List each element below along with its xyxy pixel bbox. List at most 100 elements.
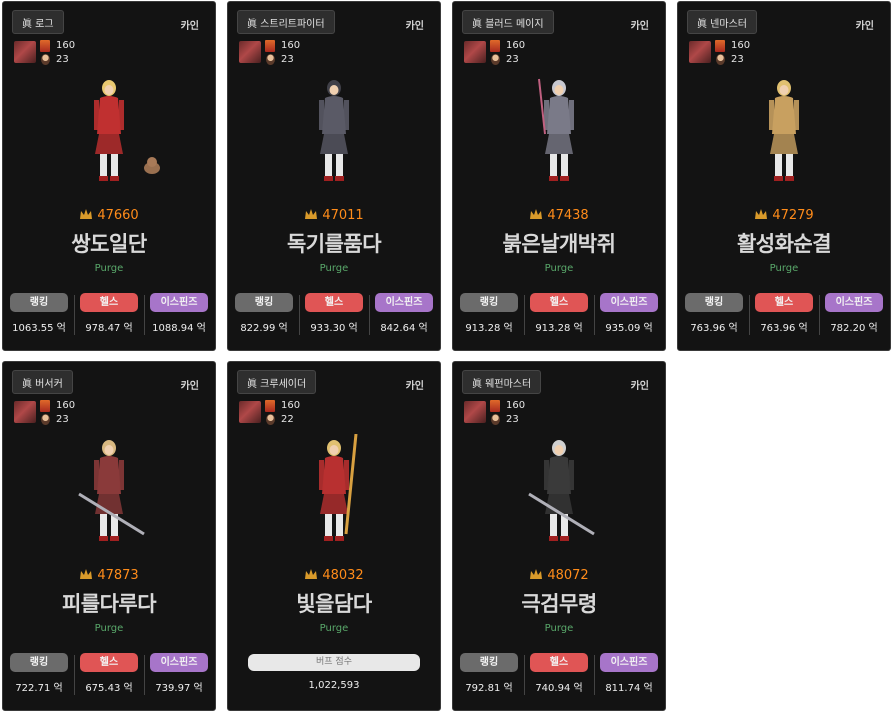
stat-divider: [594, 655, 595, 695]
sub-avatar-icon: [266, 54, 275, 65]
rank-stat: 랭킹 792.81 억: [459, 653, 519, 694]
guild-name[interactable]: Purge: [678, 263, 890, 274]
rank-button[interactable]: 랭킹: [10, 653, 68, 672]
ispinz-button[interactable]: 이스핀즈: [600, 653, 658, 672]
server-label: 카인: [630, 381, 649, 392]
haste-button[interactable]: 헬스: [530, 293, 588, 312]
guild-name[interactable]: Purge: [3, 263, 215, 274]
job-label: 眞 로그: [22, 18, 54, 30]
character-name[interactable]: 피를다루다: [3, 588, 215, 618]
ispinz-button[interactable]: 이스핀즈: [150, 293, 208, 312]
haste-value: 675.43 억: [85, 683, 133, 694]
fame-icon: [80, 569, 93, 579]
ispinz-button[interactable]: 이스핀즈: [825, 293, 883, 312]
character-card[interactable]: 眞 스트리트파이터 카인 160 23 47011 독기를품다 Purge 랭킹…: [227, 1, 441, 351]
server-label: 카인: [855, 21, 874, 32]
rank-button[interactable]: 랭킹: [460, 293, 518, 312]
level-value: 160: [506, 40, 526, 51]
sub-level-value: 23: [56, 54, 69, 65]
character-card[interactable]: 眞 로그 카인 160 23 47660 쌍도일단 Purge 랭킹 1063.…: [2, 1, 216, 351]
ispinz-stat: 이스핀즈 842.64 억: [374, 293, 434, 334]
server-label: 카인: [405, 381, 424, 392]
job-label: 眞 크루세이더: [247, 378, 307, 390]
fame-row: 47438: [453, 208, 665, 223]
sub-level-value: 22: [281, 414, 294, 425]
guild-name[interactable]: Purge: [228, 263, 440, 274]
character-card[interactable]: 眞 넨마스터 카인 160 23 47279 활성화순결 Purge 랭킹 76…: [677, 1, 891, 351]
character-card[interactable]: 眞 크루세이더 카인 160 22 48032 빛을담다 Purge 버프 점수…: [227, 361, 441, 711]
haste-stat: 헬스 763.96 억: [754, 293, 814, 334]
guild-name[interactable]: Purge: [3, 623, 215, 634]
job-label: 眞 넨마스터: [697, 18, 747, 30]
level-value: 160: [281, 40, 301, 51]
character-name[interactable]: 빛을담다: [228, 588, 440, 618]
rank-button[interactable]: 랭킹: [685, 293, 743, 312]
fame-value: 47873: [97, 568, 139, 583]
job-label: 眞 웨펀마스터: [472, 378, 532, 390]
ispinz-value: 739.97 억: [155, 683, 203, 694]
stat-divider: [74, 295, 75, 335]
ispinz-button[interactable]: 이스핀즈: [600, 293, 658, 312]
guild-name[interactable]: Purge: [453, 623, 665, 634]
character-card[interactable]: 眞 버서커 카인 160 23 47873 피를다루다 Purge 랭킹 722…: [2, 361, 216, 711]
level-icon: [40, 40, 50, 52]
job-badge: 眞 로그: [12, 10, 64, 34]
rank-button[interactable]: 랭킹: [235, 293, 293, 312]
haste-value: 978.47 억: [85, 323, 133, 334]
sub-avatar-icon: [41, 414, 50, 425]
rank-value: 1063.55 억: [12, 323, 66, 334]
fame-icon: [755, 209, 768, 219]
server-label: 카인: [630, 21, 649, 32]
ispinz-value: 782.20 억: [830, 323, 878, 334]
job-badge: 眞 블러드 메이지: [462, 10, 554, 34]
haste-button[interactable]: 헬스: [80, 653, 138, 672]
level-icon: [265, 40, 275, 52]
haste-stat: 헬스 978.47 억: [79, 293, 139, 334]
class-avatar-icon: [239, 41, 261, 63]
rank-stat: 랭킹 913.28 억: [459, 293, 519, 334]
sub-avatar-icon: [41, 54, 50, 65]
haste-button[interactable]: 헬스: [80, 293, 138, 312]
fame-value: 47011: [322, 208, 364, 223]
character-sprite: [319, 80, 349, 181]
haste-value: 740.94 억: [535, 683, 583, 694]
server-label: 카인: [405, 21, 424, 32]
character-name[interactable]: 쌍도일단: [3, 228, 215, 258]
haste-button[interactable]: 헬스: [530, 653, 588, 672]
class-avatar-icon: [14, 41, 36, 63]
guild-name[interactable]: Purge: [228, 623, 440, 634]
guild-name[interactable]: Purge: [453, 263, 665, 274]
character-sprite: [78, 440, 145, 541]
sub-avatar-icon: [266, 414, 275, 425]
character-card[interactable]: 眞 웨펀마스터 카인 160 23 48072 극검무령 Purge 랭킹 79…: [452, 361, 666, 711]
ispinz-stat: 이스핀즈 782.20 억: [824, 293, 884, 334]
job-badge: 眞 버서커: [12, 370, 73, 394]
fame-icon: [530, 569, 543, 579]
fame-row: 48032: [228, 568, 440, 583]
fame-row: 47873: [3, 568, 215, 583]
sub-level-value: 23: [506, 414, 519, 425]
ispinz-button[interactable]: 이스핀즈: [375, 293, 433, 312]
haste-button[interactable]: 헬스: [755, 293, 813, 312]
fame-value: 48072: [547, 568, 589, 583]
haste-value: 913.28 억: [535, 323, 583, 334]
rank-button[interactable]: 랭킹: [10, 293, 68, 312]
ispinz-value: 935.09 억: [605, 323, 653, 334]
job-badge: 眞 스트리트파이터: [237, 10, 335, 34]
fame-row: 47660: [3, 208, 215, 223]
ispinz-button[interactable]: 이스핀즈: [150, 653, 208, 672]
rank-stat: 랭킹 763.96 억: [684, 293, 744, 334]
ispinz-stat: 이스핀즈 935.09 억: [599, 293, 659, 334]
ispinz-value: 1088.94 억: [152, 323, 206, 334]
level-value: 160: [56, 400, 76, 411]
buff-score-button[interactable]: 버프 점수: [248, 654, 420, 671]
class-avatar-icon: [14, 401, 36, 423]
stat-row: 랭킹 763.96 억 헬스 763.96 억 이스핀즈 782.20 억: [684, 293, 884, 337]
character-name[interactable]: 붉은날개박쥐: [453, 228, 665, 258]
haste-button[interactable]: 헬스: [305, 293, 363, 312]
character-card[interactable]: 眞 블러드 메이지 카인 160 23 47438 붉은날개박쥐 Purge 랭…: [452, 1, 666, 351]
rank-button[interactable]: 랭킹: [460, 653, 518, 672]
character-name[interactable]: 활성화순결: [678, 228, 890, 258]
character-name[interactable]: 극검무령: [453, 588, 665, 618]
character-name[interactable]: 독기를품다: [228, 228, 440, 258]
